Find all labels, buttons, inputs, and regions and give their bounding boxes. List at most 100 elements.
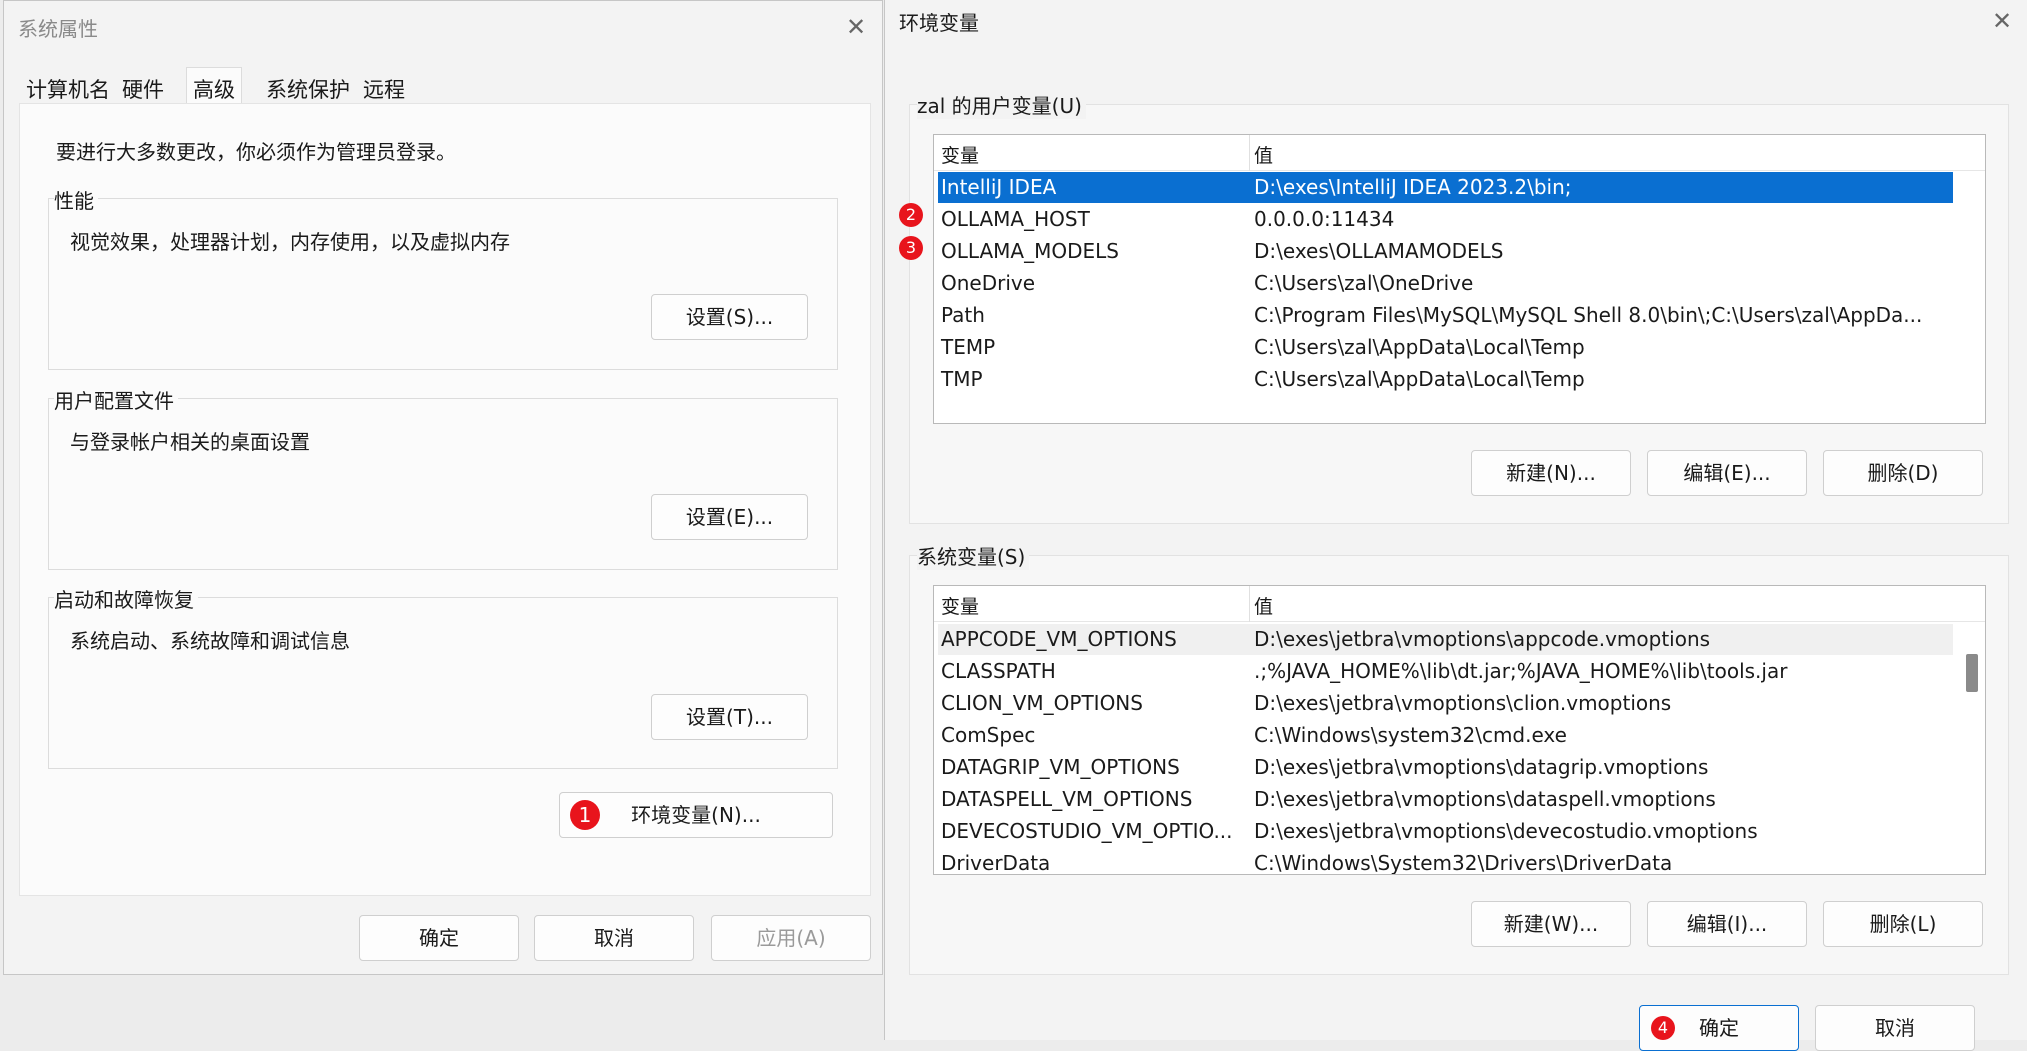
var-name: OneDrive xyxy=(941,271,1036,295)
user-profile-settings-button[interactable]: 设置(E)... xyxy=(651,494,808,540)
list-header: 变量 值 xyxy=(934,586,1985,622)
tab-computer-name[interactable]: 计算机名 xyxy=(20,71,116,103)
tab-hardware[interactable]: 硬件 xyxy=(116,71,170,103)
var-value: C:\Windows\system32\cmd.exe xyxy=(1254,723,1567,747)
user-delete-button[interactable]: 删除(D) xyxy=(1823,450,1983,496)
window-title: 环境变量 xyxy=(899,11,979,35)
startup-recovery-group xyxy=(48,597,838,769)
var-value: D:\exes\jetbra\vmoptions\clion.vmoptions xyxy=(1254,691,1672,715)
var-name: TMP xyxy=(941,367,983,391)
system-new-button[interactable]: 新建(W)... xyxy=(1471,901,1631,947)
var-value: D:\exes\jetbra\vmoptions\dataspell.vmopt… xyxy=(1254,787,1716,811)
var-name: ComSpec xyxy=(941,723,1036,747)
var-value: .;%JAVA_HOME%\lib\dt.jar;%JAVA_HOME%\lib… xyxy=(1254,659,1788,683)
tab-advanced[interactable]: 高级 xyxy=(186,67,242,105)
startup-recovery-desc: 系统启动、系统故障和调试信息 xyxy=(70,629,350,653)
column-separator xyxy=(1249,586,1250,622)
performance-settings-button[interactable]: 设置(S)... xyxy=(651,294,808,340)
user-new-button[interactable]: 新建(N)... xyxy=(1471,450,1631,496)
var-value: C:\Windows\System32\Drivers\DriverData xyxy=(1254,851,1673,875)
table-row[interactable]: TEMP C:\Users\zal\AppData\Local\Temp xyxy=(938,332,1953,363)
annotation-badge-1: 1 xyxy=(570,800,600,830)
user-variables-label: zal 的用户变量(U) xyxy=(917,90,1086,119)
user-edit-button[interactable]: 编辑(E)... xyxy=(1647,450,1807,496)
column-header-variable[interactable]: 变量 xyxy=(941,592,979,619)
var-value: 0.0.0.0:11434 xyxy=(1254,207,1395,231)
column-separator xyxy=(1249,135,1250,171)
var-value: D:\exes\IntelliJ IDEA 2023.2\bin; xyxy=(1254,175,1572,199)
table-row[interactable]: APPCODE_VM_OPTIONS D:\exes\jetbra\vmopti… xyxy=(938,624,1953,655)
system-variables-label: 系统变量(S) xyxy=(917,541,1030,570)
table-row[interactable]: ComSpec C:\Windows\system32\cmd.exe xyxy=(938,720,1953,751)
column-header-value[interactable]: 值 xyxy=(1254,141,1273,168)
var-name: CLASSPATH xyxy=(941,659,1056,683)
var-name: OLLAMA_HOST xyxy=(941,207,1090,231)
table-row[interactable]: CLION_VM_OPTIONS D:\exes\jetbra\vmoption… xyxy=(938,688,1953,719)
ok-button[interactable]: 确定 xyxy=(359,915,519,961)
table-row[interactable]: OLLAMA_HOST 0.0.0.0:11434 xyxy=(938,204,1953,235)
var-value: C:\Users\zal\AppData\Local\Temp xyxy=(1254,335,1585,359)
user-profile-desc: 与登录帐户相关的桌面设置 xyxy=(70,430,310,454)
column-header-variable[interactable]: 变量 xyxy=(941,141,979,168)
tab-remote[interactable]: 远程 xyxy=(357,71,411,103)
startup-recovery-label: 启动和故障恢复 xyxy=(54,584,198,613)
startup-recovery-settings-button[interactable]: 设置(T)... xyxy=(651,694,808,740)
var-value: C:\Users\zal\AppData\Local\Temp xyxy=(1254,367,1585,391)
performance-group xyxy=(48,198,838,370)
admin-note: 要进行大多数更改，你必须作为管理员登录。 xyxy=(56,140,456,164)
column-header-value[interactable]: 值 xyxy=(1254,592,1273,619)
table-row[interactable]: CLASSPATH .;%JAVA_HOME%\lib\dt.jar;%JAVA… xyxy=(938,656,1953,687)
var-value: C:\Program Files\MySQL\MySQL Shell 8.0\b… xyxy=(1254,303,1923,327)
var-name: CLION_VM_OPTIONS xyxy=(941,691,1143,715)
user-variables-list[interactable]: 变量 值 IntelliJ IDEA D:\exes\IntelliJ IDEA… xyxy=(933,134,1986,424)
user-profile-label: 用户配置文件 xyxy=(54,385,178,414)
var-name: DriverData xyxy=(941,851,1051,875)
environment-variables-button[interactable]: 环境变量(N)... xyxy=(559,792,833,838)
table-row[interactable]: DEVECOSTUDIO_VM_OPTIO... D:\exes\jetbra\… xyxy=(938,816,1953,847)
table-row[interactable]: OneDrive C:\Users\zal\OneDrive xyxy=(938,268,1953,299)
system-variables-list[interactable]: 变量 值 APPCODE_VM_OPTIONS D:\exes\jetbra\v… xyxy=(933,585,1986,875)
advanced-tab-panel: 要进行大多数更改，你必须作为管理员登录。 性能 视觉效果，处理器计划，内存使用，… xyxy=(19,103,871,896)
var-value: D:\exes\jetbra\vmoptions\datagrip.vmopti… xyxy=(1254,755,1709,779)
var-value: D:\exes\jetbra\vmoptions\devecostudio.vm… xyxy=(1254,819,1758,843)
var-name: DATAGRIP_VM_OPTIONS xyxy=(941,755,1180,779)
apply-button[interactable]: 应用(A) xyxy=(711,915,871,961)
close-icon[interactable]: ✕ xyxy=(846,15,866,39)
vertical-scrollbar[interactable] xyxy=(1965,622,1979,874)
table-row[interactable]: DATASPELL_VM_OPTIONS D:\exes\jetbra\vmop… xyxy=(938,784,1953,815)
annotation-badge-4: 4 xyxy=(1651,1016,1675,1040)
tab-system-protection[interactable]: 系统保护 xyxy=(260,71,356,103)
table-row[interactable]: Path C:\Program Files\MySQL\MySQL Shell … xyxy=(938,300,1953,331)
list-header: 变量 值 xyxy=(934,135,1985,171)
cancel-button[interactable]: 取消 xyxy=(534,915,694,961)
var-name: TEMP xyxy=(941,335,996,359)
annotation-badge-2: 2 xyxy=(899,203,923,227)
cancel-button[interactable]: 取消 xyxy=(1815,1005,1975,1051)
performance-label: 性能 xyxy=(54,185,98,214)
annotation-badge-3: 3 xyxy=(899,236,923,260)
environment-variables-window: 环境变量 ✕ zal 的用户变量(U) 变量 值 IntelliJ IDEA D… xyxy=(884,0,2027,1051)
table-row[interactable]: IntelliJ IDEA D:\exes\IntelliJ IDEA 2023… xyxy=(938,172,1953,203)
close-icon[interactable]: ✕ xyxy=(1992,9,2012,33)
var-name: IntelliJ IDEA xyxy=(941,175,1057,199)
system-properties-window: 系统属性 ✕ 计算机名 硬件 高级 系统保护 远程 要进行大多数更改，你必须作为… xyxy=(3,0,883,975)
var-value: C:\Users\zal\OneDrive xyxy=(1254,271,1474,295)
performance-desc: 视觉效果，处理器计划，内存使用，以及虚拟内存 xyxy=(70,230,510,254)
window-title: 系统属性 xyxy=(18,17,98,41)
var-name: DEVECOSTUDIO_VM_OPTIO... xyxy=(941,819,1233,843)
var-value: D:\exes\OLLAMAMODELS xyxy=(1254,239,1504,263)
user-profile-group xyxy=(48,398,838,570)
system-delete-button[interactable]: 删除(L) xyxy=(1823,901,1983,947)
var-name: APPCODE_VM_OPTIONS xyxy=(941,627,1177,651)
table-row[interactable]: DriverData C:\Windows\System32\Drivers\D… xyxy=(938,848,1953,875)
var-name: DATASPELL_VM_OPTIONS xyxy=(941,787,1193,811)
table-row[interactable]: DATAGRIP_VM_OPTIONS D:\exes\jetbra\vmopt… xyxy=(938,752,1953,783)
table-row[interactable]: TMP C:\Users\zal\AppData\Local\Temp xyxy=(938,364,1953,395)
environment-variables-label: 环境变量(N)... xyxy=(631,803,761,827)
scrollbar-thumb[interactable] xyxy=(1966,654,1978,692)
var-name: OLLAMA_MODELS xyxy=(941,239,1119,263)
var-value: D:\exes\jetbra\vmoptions\appcode.vmoptio… xyxy=(1254,627,1711,651)
var-name: Path xyxy=(941,303,985,327)
table-row[interactable]: OLLAMA_MODELS D:\exes\OLLAMAMODELS xyxy=(938,236,1953,267)
system-edit-button[interactable]: 编辑(I)... xyxy=(1647,901,1807,947)
